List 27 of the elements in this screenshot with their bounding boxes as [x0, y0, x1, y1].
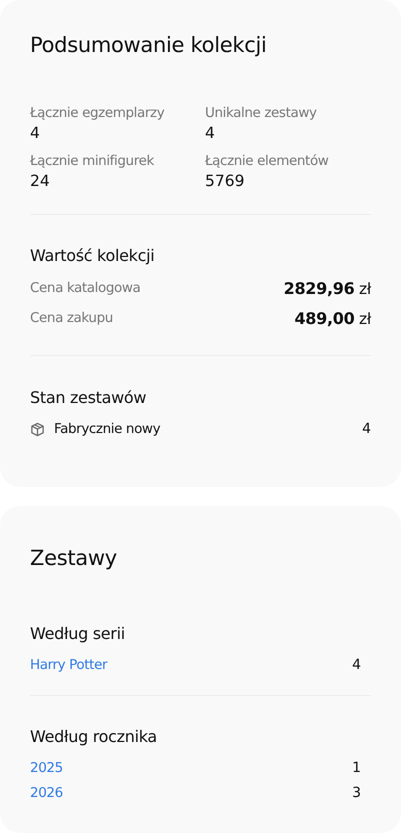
- condition-count: 4: [362, 421, 371, 437]
- stat-label: Łącznie egzemplarzy: [30, 104, 166, 123]
- set-count: 1: [352, 760, 361, 776]
- stat-value: 4: [205, 123, 216, 143]
- price-value: 489,00 zł: [294, 308, 371, 328]
- box-icon: [30, 422, 45, 436]
- set-count: 3: [352, 784, 361, 800]
- stat-label: Łącznie minifigurek: [30, 152, 155, 171]
- price-label: Cena zakupu: [30, 310, 113, 326]
- filter-link[interactable]: Harry Potter: [30, 656, 108, 672]
- section-title: Stan zestawów: [30, 387, 148, 409]
- section-title: Wartość kolekcji: [30, 245, 156, 267]
- stat-label: Unikalne zestawy: [205, 104, 318, 123]
- card-title: Zestawy: [30, 545, 118, 572]
- filter-link[interactable]: 2026: [30, 784, 63, 800]
- price-value: 2829,96 zł: [284, 278, 371, 298]
- stat-value: 24: [30, 171, 51, 191]
- group-title: Według serii: [30, 623, 126, 645]
- stat-value: 5769: [205, 171, 246, 191]
- set-count: 4: [352, 656, 361, 672]
- filter-link[interactable]: 2025: [30, 760, 63, 776]
- card-title: Podsumowanie kolekcji: [30, 32, 268, 59]
- group-title: Według rocznika: [30, 726, 158, 748]
- stat-value: 4: [30, 123, 41, 143]
- price-label: Cena katalogowa: [30, 280, 140, 296]
- stat-label: Łącznie elementów: [205, 152, 330, 171]
- condition-label: Fabrycznie nowy: [54, 421, 162, 437]
